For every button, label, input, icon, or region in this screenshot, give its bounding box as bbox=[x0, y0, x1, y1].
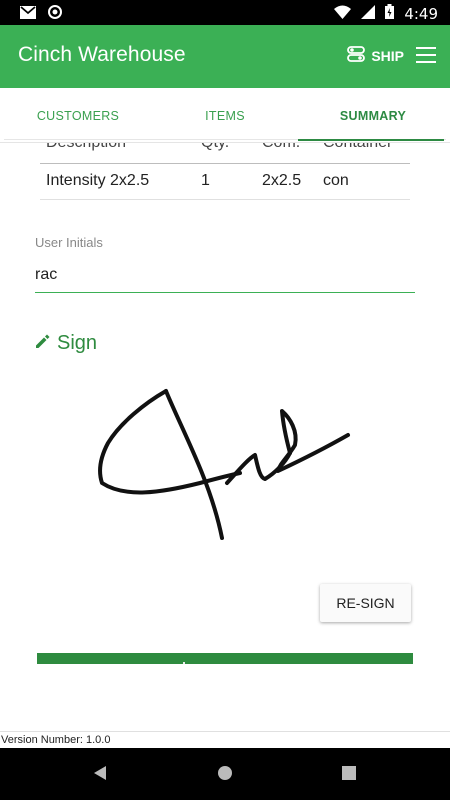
column-container: Container bbox=[317, 143, 410, 164]
version-number: Version Number: 1.0.0 bbox=[0, 731, 450, 748]
items-table: Description Qty. Com. Container Intensit… bbox=[40, 143, 410, 200]
tab-bar: CUSTOMERS ITEMS SUMMARY bbox=[0, 88, 450, 143]
route-icon bbox=[347, 45, 366, 66]
column-description: Description bbox=[40, 143, 195, 164]
sync-icon bbox=[48, 4, 62, 23]
clock-time: 4:49 bbox=[404, 4, 438, 23]
signal-icon bbox=[361, 4, 376, 23]
menu-icon[interactable] bbox=[416, 47, 436, 63]
table-header-row: Description Qty. Com. Container bbox=[40, 143, 410, 164]
wifi-icon bbox=[334, 5, 352, 23]
back-icon[interactable] bbox=[93, 765, 107, 785]
signature-stroke bbox=[98, 389, 242, 495]
column-com: Com. bbox=[256, 143, 317, 164]
home-icon[interactable] bbox=[217, 765, 233, 785]
sign-heading: Sign bbox=[35, 332, 97, 355]
tab-customers[interactable]: CUSTOMERS bbox=[3, 88, 153, 143]
cell-container: con bbox=[317, 163, 410, 200]
cell-com: 2x2.5 bbox=[256, 163, 317, 200]
user-initials-input[interactable] bbox=[35, 258, 415, 293]
ship-button[interactable]: SHIP bbox=[347, 45, 404, 66]
app-title: Cinch Warehouse bbox=[18, 43, 186, 66]
user-initials-label: User Initials bbox=[35, 235, 103, 250]
gmail-icon bbox=[20, 4, 36, 23]
app-bar: Cinch Warehouse SHIP bbox=[0, 25, 450, 88]
recents-icon[interactable] bbox=[342, 765, 356, 784]
system-nav-bar bbox=[0, 748, 450, 800]
signature-pad[interactable] bbox=[90, 383, 360, 548]
battery-icon bbox=[385, 4, 395, 23]
summary-content[interactable]: Description Qty. Com. Container Intensit… bbox=[0, 143, 450, 740]
column-qty: Qty. bbox=[195, 143, 256, 164]
resign-button[interactable]: RE-SIGN bbox=[320, 584, 411, 622]
ship-label: SHIP bbox=[371, 47, 404, 64]
status-bar: 4:49 bbox=[0, 0, 450, 25]
sign-label: Sign bbox=[57, 332, 98, 354]
table-row: Intensity 2x2.5 1 2x2.5 con bbox=[40, 163, 410, 200]
cell-qty: 1 bbox=[195, 163, 256, 200]
pencil-icon bbox=[35, 332, 51, 355]
progress-bar bbox=[37, 653, 413, 664]
cell-description: Intensity 2x2.5 bbox=[40, 163, 195, 200]
tab-summary[interactable]: SUMMARY bbox=[298, 88, 448, 143]
tab-items[interactable]: ITEMS bbox=[150, 88, 300, 143]
